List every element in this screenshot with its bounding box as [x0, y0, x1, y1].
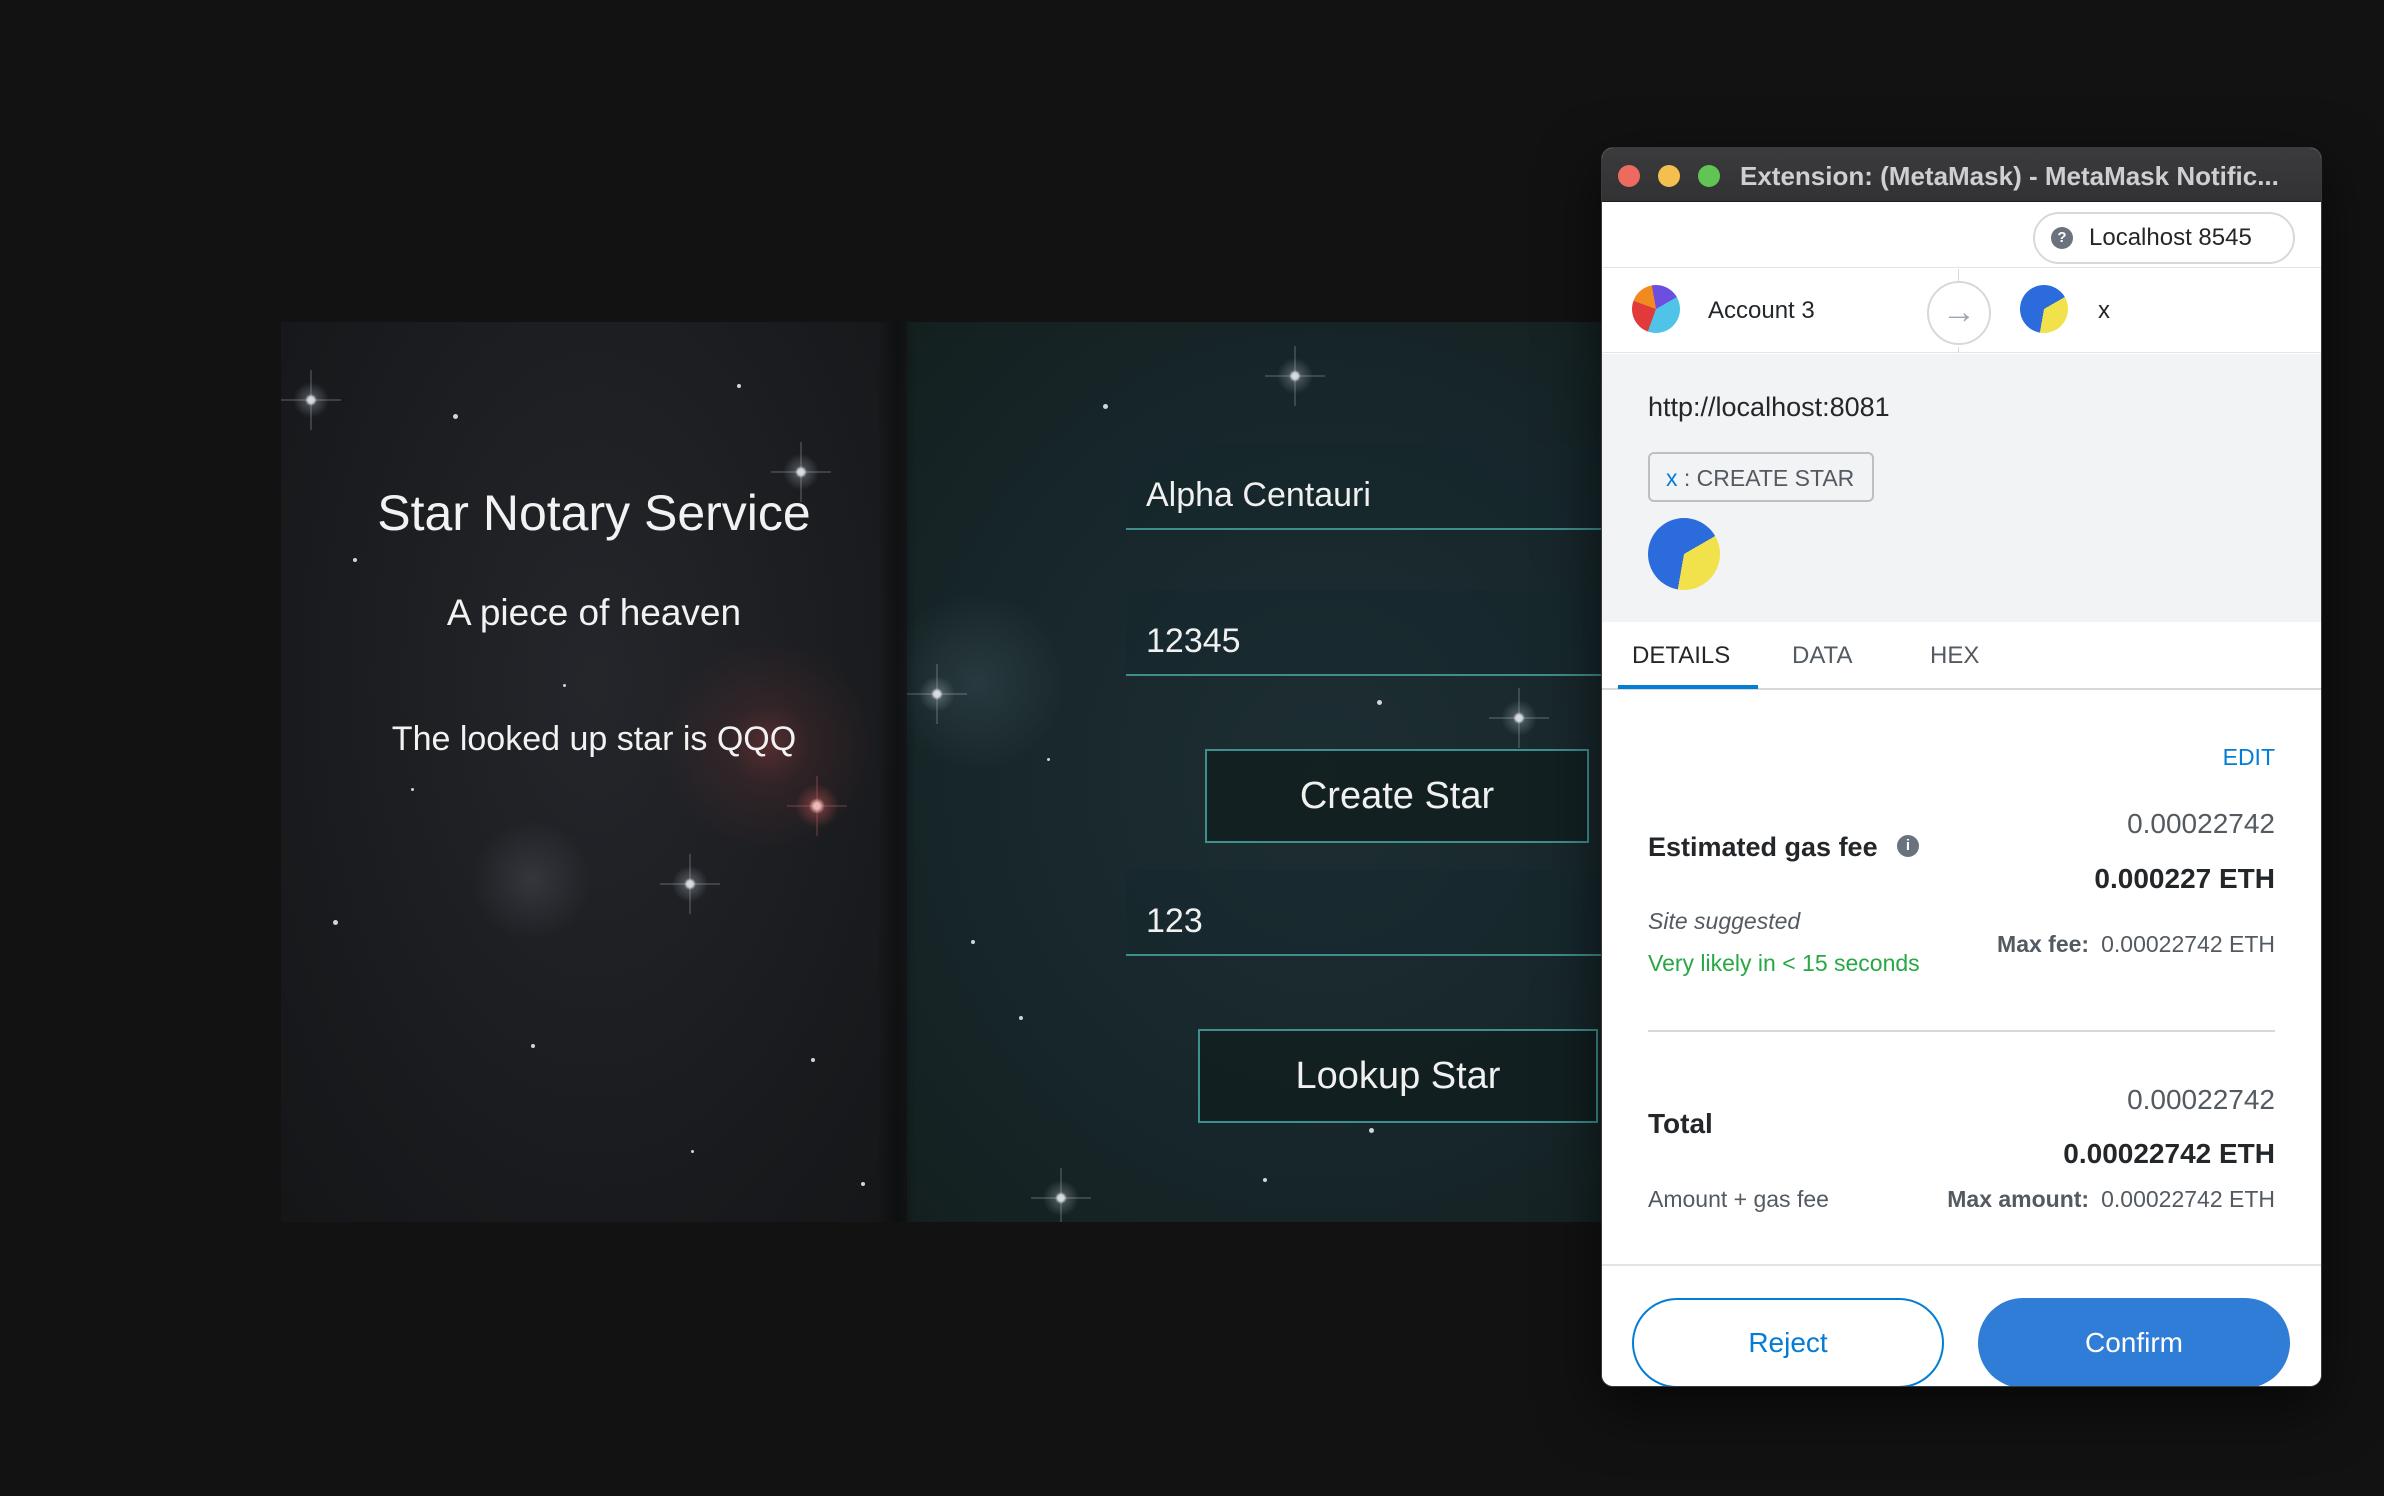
max-amount-value: 0.00022742 ETH: [2101, 1186, 2275, 1212]
info-icon[interactable]: i: [1897, 835, 1919, 857]
maximize-window-button[interactable]: [1698, 165, 1720, 187]
metamask-notification-window: Extension: (MetaMask) - MetaMask Notific…: [1601, 147, 2322, 1387]
to-account-name[interactable]: x: [2098, 297, 2110, 325]
star-dot: [411, 788, 414, 791]
transaction-origin-panel: http://localhost:8081 x : CREATE STAR: [1602, 354, 2321, 622]
method-chip: x : CREATE STAR: [1648, 452, 1874, 502]
star-name-input[interactable]: [1126, 444, 1601, 530]
lookup-star-button[interactable]: Lookup Star: [1198, 1029, 1598, 1123]
star-flare-decoration: [787, 776, 847, 836]
contract-identicon: [1648, 518, 1720, 590]
star-dot: [861, 1182, 865, 1186]
gas-likelihood: Very likely in < 15 seconds: [1648, 950, 1920, 976]
action-footer: Reject Confirm: [1602, 1264, 2321, 1386]
app-subtitle: A piece of heaven: [446, 592, 742, 633]
method-prefix: x: [1666, 465, 1678, 491]
star-dot: [1103, 404, 1108, 409]
tab-data[interactable]: DATA: [1792, 642, 1852, 670]
from-account-name[interactable]: Account 3: [1708, 297, 1815, 325]
tab-details[interactable]: DETAILS: [1632, 642, 1730, 670]
total-label: Total: [1648, 1108, 1713, 1139]
max-fee: Max fee: 0.00022742 ETH: [1997, 931, 2275, 958]
account-avatar[interactable]: [1632, 285, 1680, 333]
star-dot: [1263, 1178, 1267, 1182]
panel-divider: [877, 322, 917, 1222]
star-flare-decoration: [660, 854, 720, 914]
star-dot: [563, 684, 566, 687]
star-dot: [971, 940, 975, 944]
network-selector[interactable]: ? Localhost 8545: [2033, 212, 2295, 264]
star-notary-app: Star Notary Service A piece of heaven Th…: [281, 322, 1601, 1222]
total-amount: 0.00022742: [2127, 1084, 2275, 1115]
active-tab-indicator: [1618, 685, 1758, 689]
transaction-tabs: DETAILS DATA HEX: [1602, 622, 2321, 690]
lookup-result-text: The looked up star is QQQ: [391, 720, 797, 758]
gas-fee-eth: 0.000227 ETH: [2094, 863, 2275, 894]
origin-url: http://localhost:8081: [1648, 392, 1890, 422]
max-fee-label: Max fee:: [1997, 931, 2090, 957]
method-name: : CREATE STAR: [1683, 465, 1855, 491]
reject-button[interactable]: Reject: [1632, 1298, 1944, 1386]
star-dot: [333, 920, 338, 925]
window-title: Extension: (MetaMask) - MetaMask Notific…: [1740, 161, 2279, 191]
edit-gas-button[interactable]: EDIT: [2223, 744, 2275, 771]
star-id-input[interactable]: [1126, 590, 1601, 676]
connector-line: [1958, 347, 1959, 353]
window-titlebar: Extension: (MetaMask) - MetaMask Notific…: [1602, 148, 2321, 202]
star-dot: [1377, 700, 1382, 705]
star-dot: [811, 1058, 815, 1062]
star-flare-decoration: [1265, 346, 1325, 406]
tab-hex[interactable]: HEX: [1930, 642, 1979, 670]
star-dot: [353, 558, 357, 562]
star-dot: [531, 1044, 535, 1048]
sender-recipient-bar: Account 3 → x: [1602, 269, 2321, 353]
arrow-right-icon: →: [1927, 281, 1991, 345]
minimize-window-button[interactable]: [1658, 165, 1680, 187]
section-divider: [1648, 1030, 2275, 1032]
network-name: Localhost 8545: [2089, 224, 2252, 251]
star-dot: [1047, 758, 1050, 761]
lookup-id-input[interactable]: [1126, 870, 1601, 956]
max-amount-label: Max amount:: [1947, 1186, 2090, 1212]
app-left-panel: [281, 322, 907, 1222]
star-flare-decoration: [1031, 1168, 1091, 1222]
amount-plus-gas-label: Amount + gas fee: [1648, 1186, 1829, 1212]
create-star-button[interactable]: Create Star: [1205, 749, 1589, 843]
star-flare-decoration: [281, 370, 341, 430]
max-amount: Max amount: 0.00022742 ETH: [1947, 1186, 2275, 1213]
total-eth: 0.00022742 ETH: [2063, 1138, 2275, 1169]
max-fee-value: 0.00022742 ETH: [2101, 931, 2275, 957]
confirm-button[interactable]: Confirm: [1978, 1298, 2290, 1386]
site-suggested-label: Site suggested: [1648, 908, 1801, 934]
star-dot: [1019, 1016, 1023, 1020]
recipient-avatar[interactable]: [2020, 285, 2068, 333]
app-title: Star Notary Service: [377, 485, 811, 541]
star-dot: [1369, 1128, 1374, 1133]
network-bar: ? Localhost 8545: [1602, 202, 2321, 268]
star-flare-decoration: [1489, 688, 1549, 748]
connector-line: [1958, 269, 1959, 281]
star-dot: [691, 1150, 694, 1153]
star-dot: [453, 414, 458, 419]
gas-fee-label: Estimated gas fee: [1648, 832, 1878, 862]
close-window-button[interactable]: [1618, 165, 1640, 187]
gas-fee-amount: 0.00022742: [2127, 808, 2275, 839]
question-icon: ?: [2051, 227, 2073, 249]
star-dot: [737, 384, 741, 388]
